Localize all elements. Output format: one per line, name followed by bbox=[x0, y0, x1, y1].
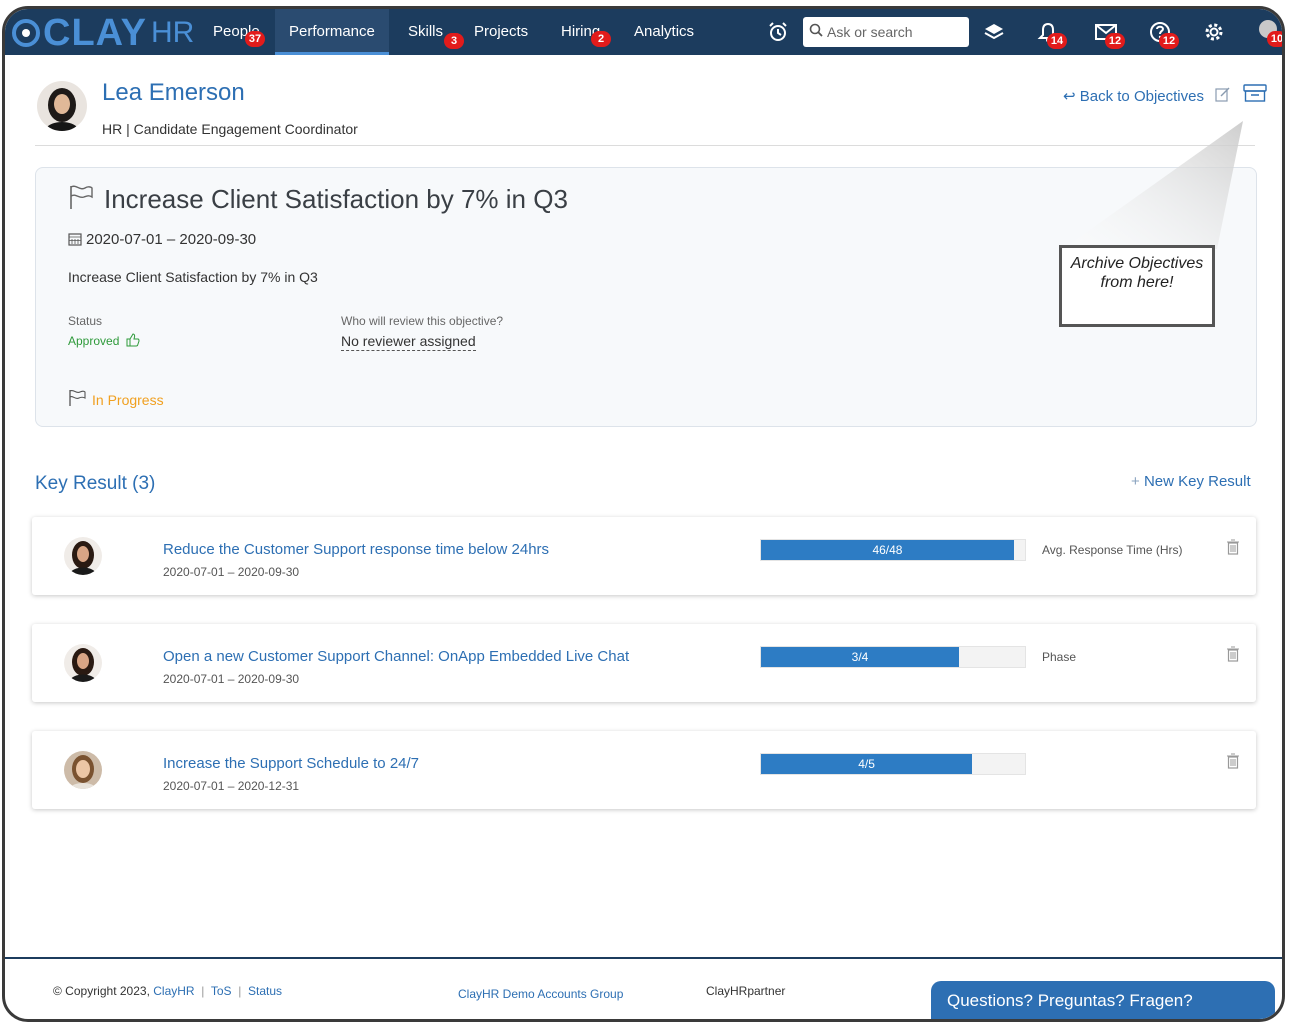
objective-dates: 2020-07-01 – 2020-09-30 bbox=[86, 231, 257, 248]
key-result-progress-bar: 4/5 bbox=[760, 753, 1026, 775]
footer-partner: ClayHRpartner bbox=[706, 984, 786, 998]
notifications-badge: 14 bbox=[1047, 33, 1067, 49]
thumbs-up-icon[interactable] bbox=[126, 333, 140, 347]
people-badge: 37 bbox=[245, 31, 265, 47]
archive-callout: Archive Objectives from here! bbox=[1059, 245, 1215, 327]
progress-flag-icon bbox=[69, 390, 86, 406]
layers-icon[interactable] bbox=[983, 21, 1005, 43]
owner-avatar bbox=[64, 644, 102, 682]
trash-icon[interactable] bbox=[1226, 753, 1240, 769]
calendar-icon bbox=[68, 233, 82, 246]
help-button[interactable]: 12 bbox=[1149, 19, 1179, 49]
search-icon bbox=[809, 23, 823, 37]
skills-badge: 3 bbox=[444, 33, 464, 49]
group-link[interactable]: ClayHR Demo Accounts Group bbox=[458, 987, 623, 1001]
top-navbar: CLAY HR People 37 Performance Skills 3 P… bbox=[5, 9, 1282, 55]
logo-mark-icon bbox=[12, 19, 40, 47]
nav-people[interactable]: People 37 bbox=[213, 9, 265, 55]
profile-badge: 10 bbox=[1267, 31, 1282, 47]
key-result-card[interactable]: Open a new Customer Support Channel: OnA… bbox=[32, 624, 1256, 702]
clayhr-logo[interactable]: CLAY HR bbox=[11, 13, 194, 53]
key-result-card[interactable]: Reduce the Customer Support response tim… bbox=[32, 517, 1256, 595]
owner-photo bbox=[64, 751, 102, 789]
progress-status[interactable]: In Progress bbox=[92, 392, 164, 408]
nav-performance-label: Performance bbox=[289, 23, 375, 40]
nav-performance[interactable]: Performance bbox=[275, 9, 389, 55]
owner-avatar bbox=[64, 751, 102, 789]
nav-skills[interactable]: Skills 3 bbox=[408, 9, 464, 55]
logo-text: CLAY bbox=[43, 12, 147, 54]
plus-icon: + bbox=[1131, 473, 1144, 490]
logo-suffix: HR bbox=[150, 16, 195, 49]
key-result-metric: Phase bbox=[1042, 650, 1077, 664]
key-results-heading: Key Result (3) bbox=[35, 473, 156, 494]
notifications-button[interactable]: 14 bbox=[1037, 19, 1067, 49]
back-to-objectives-link[interactable]: ↩ Back to Objectives bbox=[1063, 87, 1204, 105]
tos-link[interactable]: ToS bbox=[211, 984, 232, 998]
trash-icon[interactable] bbox=[1226, 539, 1240, 555]
nav-projects[interactable]: Projects bbox=[474, 9, 528, 55]
company-link[interactable]: ClayHR bbox=[153, 984, 194, 998]
employee-role: HR | Candidate Engagement Coordinator bbox=[102, 121, 358, 137]
employee-name: Lea Emerson bbox=[102, 79, 245, 106]
help-badge: 12 bbox=[1159, 33, 1179, 49]
search-input[interactable]: Ask or search bbox=[803, 17, 969, 47]
reviewer-label: Who will review this objective? bbox=[341, 314, 504, 328]
nav-skills-label: Skills bbox=[408, 23, 444, 40]
back-arrow-icon: ↩ bbox=[1063, 88, 1080, 105]
callout-pointer bbox=[1063, 121, 1243, 249]
nav-projects-label: Projects bbox=[474, 23, 529, 40]
back-to-objectives-label: Back to Objectives bbox=[1079, 88, 1204, 105]
key-result-progress-bar: 46/48 bbox=[760, 539, 1026, 561]
trash-icon[interactable] bbox=[1226, 646, 1240, 662]
archive-icon[interactable] bbox=[1243, 84, 1267, 102]
reviewer-selector[interactable]: No reviewer assigned bbox=[341, 333, 476, 351]
key-result-card[interactable]: Increase the Support Schedule to 24/7 20… bbox=[32, 731, 1256, 809]
gear-icon[interactable] bbox=[1203, 21, 1225, 43]
messages-badge: 12 bbox=[1105, 33, 1125, 49]
owner-photo bbox=[64, 537, 102, 575]
objective-title: Increase Client Satisfaction by 7% in Q3 bbox=[104, 184, 568, 214]
footer-group[interactable]: ClayHR Demo Accounts Group bbox=[458, 987, 623, 1001]
nav-analytics-label: Analytics bbox=[634, 23, 695, 40]
key-result-dates: 2020-07-01 – 2020-09-30 bbox=[163, 672, 300, 686]
key-result-dates: 2020-07-01 – 2020-09-30 bbox=[163, 565, 300, 579]
new-key-result-button[interactable]: + New Key Result bbox=[1131, 473, 1251, 490]
progress-label: 4/5 bbox=[858, 757, 875, 771]
employee-photo bbox=[37, 81, 87, 131]
nav-hiring[interactable]: Hiring 2 bbox=[561, 9, 611, 55]
edit-icon[interactable] bbox=[1215, 86, 1231, 102]
key-result-title[interactable]: Increase the Support Schedule to 24/7 bbox=[163, 755, 419, 772]
key-result-title[interactable]: Reduce the Customer Support response tim… bbox=[163, 541, 549, 558]
key-result-title[interactable]: Open a new Customer Support Channel: OnA… bbox=[163, 648, 629, 665]
key-result-dates: 2020-07-01 – 2020-12-31 bbox=[163, 779, 300, 793]
owner-avatar bbox=[64, 537, 102, 575]
footer-copyright: © Copyright 2023, ClayHR | ToS | Status bbox=[53, 984, 283, 998]
owner-photo bbox=[64, 644, 102, 682]
footer-divider bbox=[5, 957, 1282, 959]
flag-icon bbox=[70, 185, 93, 209]
messages-button[interactable]: 12 bbox=[1095, 19, 1125, 49]
alarm-clock-icon[interactable] bbox=[767, 21, 789, 43]
key-result-progress-bar: 3/4 bbox=[760, 646, 1026, 668]
objective-description: Increase Client Satisfaction by 7% in Q3 bbox=[68, 269, 318, 285]
status-badge: Approved bbox=[68, 334, 120, 348]
profile-menu[interactable]: 10 bbox=[1255, 17, 1282, 49]
app-window: CLAY HR People 37 Performance Skills 3 P… bbox=[2, 6, 1285, 1022]
employee-avatar bbox=[37, 81, 87, 131]
hiring-badge: 2 bbox=[591, 31, 611, 47]
progress-label: 46/48 bbox=[872, 543, 903, 557]
status-link[interactable]: Status bbox=[248, 984, 282, 998]
nav-analytics[interactable]: Analytics bbox=[634, 9, 694, 55]
progress-label: 3/4 bbox=[851, 650, 869, 664]
search-placeholder: Ask or search bbox=[827, 24, 913, 40]
copyright-text: © Copyright 2023, bbox=[53, 984, 154, 998]
status-label: Status bbox=[68, 314, 103, 328]
new-key-result-label: New Key Result bbox=[1143, 473, 1251, 490]
key-result-metric: Avg. Response Time (Hrs) bbox=[1042, 543, 1183, 557]
chat-widget-button[interactable]: Questions? Preguntas? Fragen? bbox=[931, 981, 1275, 1019]
